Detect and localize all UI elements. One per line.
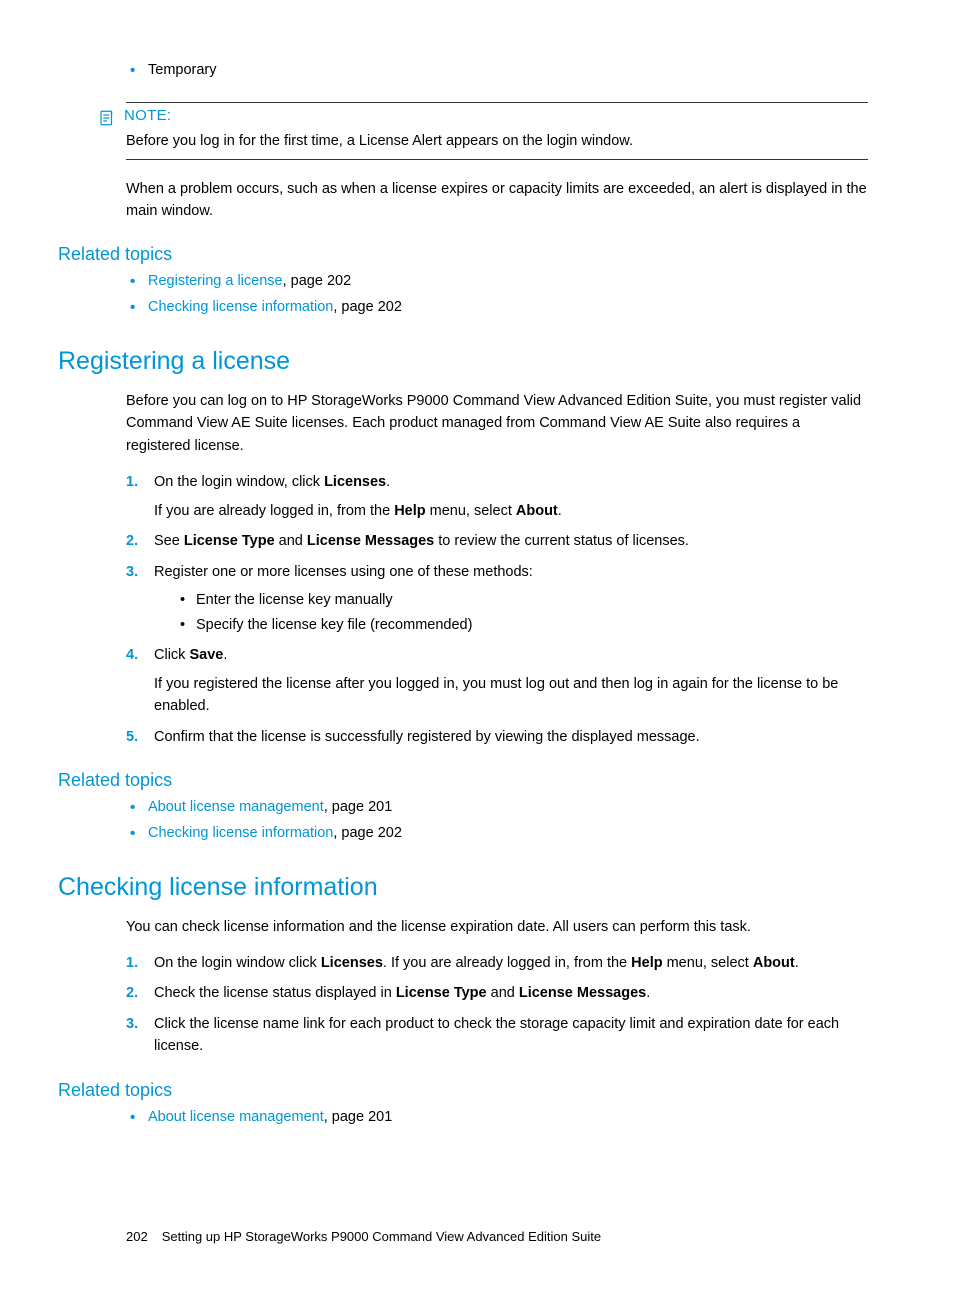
text: If you are already logged in, from the — [154, 503, 394, 519]
text: Enter the license key manually — [196, 592, 393, 608]
registering-steps: On the login window, click Licenses. If … — [126, 471, 868, 748]
note-bottom-rule — [126, 159, 868, 160]
related-link[interactable]: About license management — [148, 799, 324, 815]
list-item: Temporary — [126, 60, 868, 82]
related-link[interactable]: About license management — [148, 1109, 324, 1125]
bold-text: About — [516, 503, 558, 519]
note-header: NOTE: — [98, 107, 868, 127]
step-1-sub: If you are already logged in, from the H… — [154, 500, 868, 522]
text: and — [275, 533, 307, 549]
related-topics-heading: Related topics — [58, 244, 868, 265]
step-4: Click Save. If you registered the licens… — [126, 644, 868, 717]
bold-text: Save — [189, 647, 223, 663]
text: and — [487, 985, 519, 1001]
bold-text: Help — [394, 503, 425, 519]
related-topics-heading: Related topics — [58, 1080, 868, 1101]
related-link[interactable]: Checking license information — [148, 299, 333, 315]
checking-intro: You can check license information and th… — [126, 916, 868, 938]
note-label: NOTE: — [124, 107, 171, 124]
text: See — [154, 533, 184, 549]
registering-heading: Registering a license — [58, 347, 868, 376]
text: Check the license status displayed in — [154, 985, 396, 1001]
bold-text: License Messages — [519, 985, 646, 1001]
bold-text: License Messages — [307, 533, 434, 549]
bullet-text: Temporary — [148, 62, 217, 78]
checking-steps: On the login window click Licenses. If y… — [126, 952, 868, 1058]
related-suffix: , page 202 — [283, 273, 352, 289]
related-suffix: , page 202 — [333, 299, 402, 315]
step-5: Confirm that the license is successfully… — [126, 726, 868, 748]
related-link[interactable]: Checking license information — [148, 825, 333, 841]
problem-paragraph: When a problem occurs, such as when a li… — [126, 178, 868, 223]
text: menu, select — [426, 503, 516, 519]
text: Register one or more licenses using one … — [154, 564, 533, 580]
list-item: Specify the license key file (recommende… — [178, 614, 868, 636]
bold-text: About — [753, 955, 795, 971]
step-3: Register one or more licenses using one … — [126, 561, 868, 636]
step-4-sub: If you registered the license after you … — [154, 673, 868, 718]
bold-text: License Type — [396, 985, 487, 1001]
related-topics-list-2: About license management, page 201 Check… — [58, 797, 868, 845]
text: . — [646, 985, 650, 1001]
list-item: Registering a license, page 202 — [126, 271, 868, 293]
step-1: On the login window click Licenses. If y… — [126, 952, 868, 974]
list-item: Enter the license key manually — [178, 589, 868, 611]
related-suffix: , page 201 — [324, 1109, 393, 1125]
text: . If you are already logged in, from the — [383, 955, 631, 971]
text: Click — [154, 647, 189, 663]
note-icon — [98, 109, 116, 127]
note-top-rule — [126, 102, 868, 103]
step-3: Click the license name link for each pro… — [126, 1013, 868, 1058]
list-item: About license management, page 201 — [126, 797, 868, 819]
text: to review the current status of licenses… — [434, 533, 689, 549]
bold-text: Help — [631, 955, 662, 971]
text: menu, select — [663, 955, 753, 971]
text: . — [558, 503, 562, 519]
checking-heading: Checking license information — [58, 873, 868, 902]
related-link[interactable]: Registering a license — [148, 273, 283, 289]
step-2: See License Type and License Messages to… — [126, 530, 868, 552]
page-footer: 202 Setting up HP StorageWorks P9000 Comm… — [126, 1229, 868, 1244]
bold-text: Licenses — [324, 474, 386, 490]
step-3-sublist: Enter the license key manually Specify t… — [178, 589, 868, 636]
bold-text: License Type — [184, 533, 275, 549]
text: . — [386, 474, 390, 490]
text: On the login window, click — [154, 474, 324, 490]
page-number: 202 — [126, 1229, 148, 1244]
related-suffix: , page 202 — [333, 825, 402, 841]
related-suffix: , page 201 — [324, 799, 393, 815]
registering-intro: Before you can log on to HP StorageWorks… — [126, 390, 868, 457]
step-2: Check the license status displayed in Li… — [126, 982, 868, 1004]
bold-text: Licenses — [321, 955, 383, 971]
related-topics-heading: Related topics — [58, 770, 868, 791]
related-topics-list-3: About license management, page 201 — [58, 1107, 868, 1129]
list-item: Checking license information, page 202 — [126, 823, 868, 845]
note-block: NOTE: Before you log in for the first ti… — [126, 102, 868, 160]
text: . — [223, 647, 227, 663]
text: Click the license name link for each pro… — [154, 1016, 839, 1054]
note-body: Before you log in for the first time, a … — [126, 131, 868, 153]
step-1: On the login window, click Licenses. If … — [126, 471, 868, 522]
text: Specify the license key file (recommende… — [196, 617, 472, 633]
chapter-title: Setting up HP StorageWorks P9000 Command… — [162, 1229, 601, 1244]
related-topics-list-1: Registering a license, page 202 Checking… — [58, 271, 868, 319]
list-item: About license management, page 201 — [126, 1107, 868, 1129]
text: Confirm that the license is successfully… — [154, 729, 700, 745]
text: On the login window click — [154, 955, 321, 971]
document-page: Temporary NOTE: Before you log in for th… — [0, 0, 954, 1292]
temporary-list: Temporary — [58, 60, 868, 82]
list-item: Checking license information, page 202 — [126, 297, 868, 319]
text: . — [795, 955, 799, 971]
